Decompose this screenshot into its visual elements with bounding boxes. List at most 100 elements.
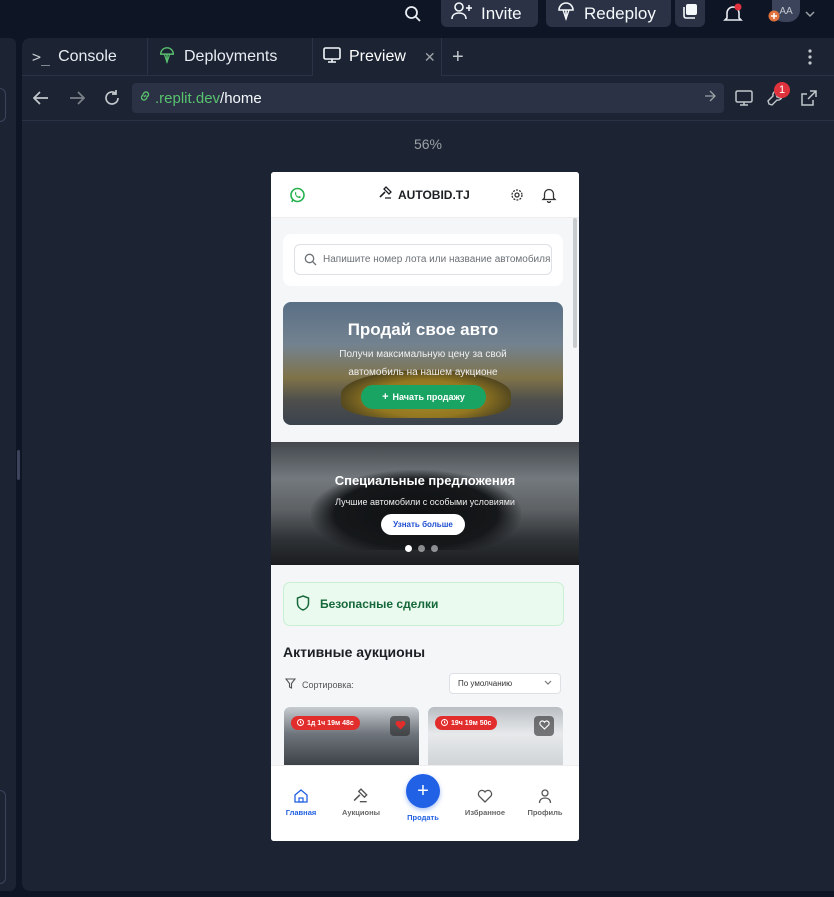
devtools-error-badge: 1 xyxy=(774,82,790,98)
device-preview-icon[interactable] xyxy=(731,85,757,111)
safe-deals-label: Безопасные сделки xyxy=(320,597,439,611)
go-arrow-icon[interactable] xyxy=(704,89,716,105)
app-logo[interactable]: AUTOBID.TJ xyxy=(379,186,470,203)
browser-toolbar: .replit.dev/home xyxy=(22,77,834,121)
resize-handle[interactable] xyxy=(17,450,20,480)
nav-favorites[interactable]: Избранное xyxy=(455,788,515,817)
link-icon xyxy=(138,89,152,107)
sell-button[interactable]: + xyxy=(406,774,440,808)
search-input[interactable]: Напишите номер лота или название автомоб… xyxy=(294,244,552,275)
bell-icon[interactable] xyxy=(539,185,559,205)
add-user-icon xyxy=(451,2,473,25)
auction-card[interactable]: 19ч 19м 50с xyxy=(428,707,563,767)
left-panel-fragment xyxy=(0,88,6,122)
gavel-icon xyxy=(353,788,369,804)
left-panel-edge xyxy=(0,38,16,891)
heart-filled-icon xyxy=(395,717,406,735)
avatar-initials: AA xyxy=(779,5,793,17)
nav-home-label: Главная xyxy=(285,808,317,817)
auction-card[interactable]: 1д 1ч 19м 48с xyxy=(284,707,419,767)
chevron-down-icon xyxy=(544,679,552,688)
search-card: Напишите номер лота или название автомоб… xyxy=(283,234,563,286)
redeploy-button[interactable]: Redeploy xyxy=(546,0,671,27)
bottom-navigation: Главная Аукционы + Продать Избранное Про… xyxy=(271,765,579,841)
multiplayer-button[interactable] xyxy=(675,0,705,27)
search-icon[interactable] xyxy=(402,0,424,28)
nav-home[interactable]: Главная xyxy=(271,788,331,817)
home-icon xyxy=(293,788,309,804)
start-selling-button[interactable]: + Начать продажу xyxy=(361,385,486,409)
open-external-icon[interactable] xyxy=(796,85,822,111)
special-offers-banner: Специальные предложения Лучшие автомобил… xyxy=(271,442,579,565)
tab-preview[interactable]: Preview ✕ xyxy=(313,38,442,76)
tab-deployments-label: Deployments xyxy=(184,48,278,65)
tab-bar: >_ Console Deployments Preview ✕ + xyxy=(22,38,834,76)
scrollbar[interactable] xyxy=(573,218,577,348)
search-placeholder: Напишите номер лота или название автомоб… xyxy=(323,254,551,265)
carousel-dot[interactable] xyxy=(431,545,438,552)
nav-auctions[interactable]: Аукционы xyxy=(331,788,391,817)
bell-icon[interactable] xyxy=(720,0,746,28)
favorite-button[interactable] xyxy=(534,716,554,736)
whatsapp-icon[interactable] xyxy=(287,185,307,205)
more-options-icon[interactable] xyxy=(798,38,822,76)
banner-title: Продай свое авто xyxy=(347,320,499,339)
sort-label-text: Сортировка: xyxy=(302,679,354,690)
safe-deals-banner[interactable]: Безопасные сделки xyxy=(283,582,564,626)
monitor-icon xyxy=(323,46,341,68)
carousel-dots xyxy=(405,545,438,552)
banner-subtitle: Получи максимальную цену за свой автомоб… xyxy=(339,349,507,378)
countdown-badge: 1д 1ч 19м 48с xyxy=(291,716,360,730)
active-auctions-title: Активные аукционы xyxy=(283,644,426,660)
url-path: /home xyxy=(220,89,262,107)
left-panel-fragment xyxy=(0,790,6,884)
tab-deployments[interactable]: Deployments xyxy=(148,38,313,76)
invite-label: Invite xyxy=(481,3,522,23)
countdown-badge: 19ч 19м 50с xyxy=(435,716,498,730)
nav-profile[interactable]: Профиль xyxy=(515,788,575,817)
filter-icon xyxy=(284,678,297,691)
gavel-icon xyxy=(379,186,393,203)
favorite-button[interactable] xyxy=(390,716,410,736)
plus-icon: + xyxy=(382,391,389,403)
back-arrow-icon[interactable] xyxy=(28,85,54,111)
copy-icon xyxy=(681,2,699,25)
chevron-down-icon[interactable] xyxy=(803,0,817,28)
url-bar[interactable]: .replit.dev/home xyxy=(132,83,724,113)
sort-select[interactable]: По умолчанию xyxy=(449,673,561,694)
redeploy-label: Redeploy xyxy=(584,3,656,23)
countdown-text: 1д 1ч 19м 48с xyxy=(307,719,354,727)
workspace-topbar: Invite Redeploy AA xyxy=(0,0,834,34)
url-domain: .replit.dev xyxy=(155,89,221,107)
shield-icon xyxy=(296,594,310,614)
start-selling-label: Начать продажу xyxy=(392,392,465,402)
plus-icon: + xyxy=(452,45,464,68)
plus-badge-icon xyxy=(767,8,781,24)
invite-button[interactable]: Invite xyxy=(441,0,538,27)
mobile-preview: AUTOBID.TJ Напишите номер лота или назва… xyxy=(271,172,579,841)
learn-more-button[interactable]: Узнать больше xyxy=(381,514,465,535)
forward-arrow-icon[interactable] xyxy=(64,85,90,111)
plus-icon: + xyxy=(417,779,429,802)
close-icon[interactable]: ✕ xyxy=(424,49,436,66)
special-subtitle: Лучшие автомобили с особыми условиями xyxy=(335,497,515,507)
brand-name: AUTOBID.TJ xyxy=(398,187,470,202)
gear-icon[interactable] xyxy=(507,185,527,205)
deploy-icon xyxy=(556,1,576,26)
reload-icon[interactable] xyxy=(99,85,125,111)
sort-label: Сортировка: xyxy=(284,678,354,691)
search-icon xyxy=(304,253,317,269)
sell-car-banner: Продай свое авто Получи максимальную цен… xyxy=(283,302,563,425)
new-tab-button[interactable]: + xyxy=(442,38,478,76)
nav-profile-label: Профиль xyxy=(527,808,563,817)
carousel-dot[interactable] xyxy=(405,545,412,552)
tab-console-label: Console xyxy=(58,48,117,65)
carousel-dot[interactable] xyxy=(418,545,425,552)
clock-icon xyxy=(297,718,304,728)
special-title: Специальные предложения xyxy=(334,473,516,488)
preview-pane: >_ Console Deployments Preview ✕ + .repl… xyxy=(22,38,834,891)
nav-auctions-label: Аукционы xyxy=(341,808,381,817)
terminal-icon: >_ xyxy=(32,48,51,66)
tab-console[interactable]: >_ Console xyxy=(22,38,148,76)
heart-outline-icon xyxy=(538,717,550,735)
